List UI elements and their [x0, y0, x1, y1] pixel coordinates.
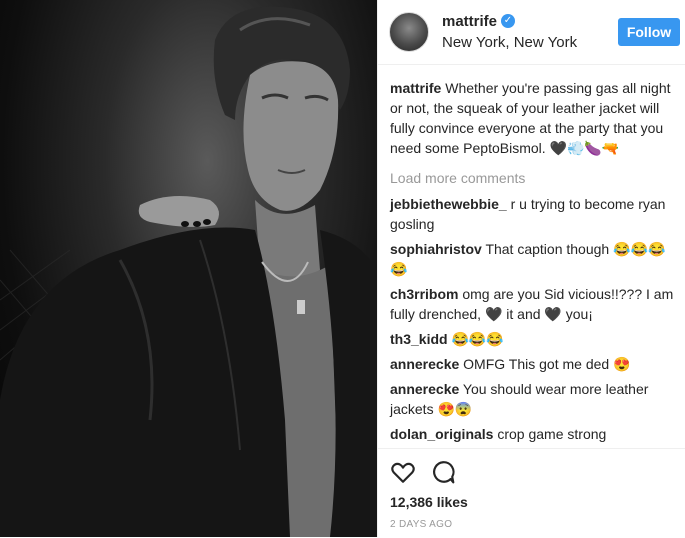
comment-username[interactable]: annerecke: [390, 381, 459, 397]
verified-badge-icon: ✓: [501, 14, 515, 28]
comment-text: 😂😂😂: [451, 331, 504, 347]
comment-icon[interactable]: [430, 459, 456, 485]
post-photo[interactable]: [0, 0, 377, 537]
comment-item: sophiahristov That caption though 😂😂😂😂: [390, 239, 680, 279]
comment-text: crop game strong: [497, 426, 607, 442]
photo-illustration: [0, 6, 377, 537]
post-side-panel: mattrife ✓ New York, New York Follow mat…: [377, 0, 685, 537]
post-header: mattrife ✓ New York, New York Follow: [378, 0, 685, 65]
avatar[interactable]: [389, 12, 429, 52]
comment-username[interactable]: ch3rribom: [390, 286, 458, 302]
header-username[interactable]: mattrife: [442, 13, 497, 30]
caption-username[interactable]: mattrife: [390, 80, 441, 96]
load-more-comments-link[interactable]: Load more comments: [390, 168, 680, 188]
caption: mattrife Whether you're passing gas all …: [390, 78, 680, 158]
comment-item: annerecke You should wear more leather j…: [390, 379, 680, 419]
comment-item: ch3rribom omg are you Sid vicious!!??? I…: [390, 284, 680, 324]
comment-username[interactable]: dolan_originals: [390, 426, 493, 442]
comment-text: OMFG This got me ded 😍: [463, 356, 631, 372]
comment-username[interactable]: annerecke: [390, 356, 459, 372]
comment-username[interactable]: th3_kidd: [390, 331, 448, 347]
comment-username[interactable]: sophiahristov: [390, 241, 482, 257]
comment-username[interactable]: jebbiethewebbie_: [390, 196, 507, 212]
header-location[interactable]: New York, New York: [442, 34, 577, 51]
comments-list: mattrife Whether you're passing gas all …: [390, 78, 680, 449]
heart-icon[interactable]: [390, 459, 416, 485]
post-timestamp[interactable]: 2 DAYS AGO: [390, 519, 452, 530]
likes-count[interactable]: 12,386 likes: [390, 494, 468, 510]
comment-item: dolan_originals crop game strong: [390, 424, 680, 444]
comment-item: annerecke OMFG This got me ded 😍: [390, 354, 680, 374]
comment-item: jebbiethewebbie_ r u trying to become ry…: [390, 194, 680, 234]
follow-button[interactable]: Follow: [618, 18, 680, 46]
post-actions: 12,386 likes 2 DAYS AGO: [378, 448, 685, 538]
comment-item: th3_kidd 😂😂😂: [390, 329, 680, 349]
